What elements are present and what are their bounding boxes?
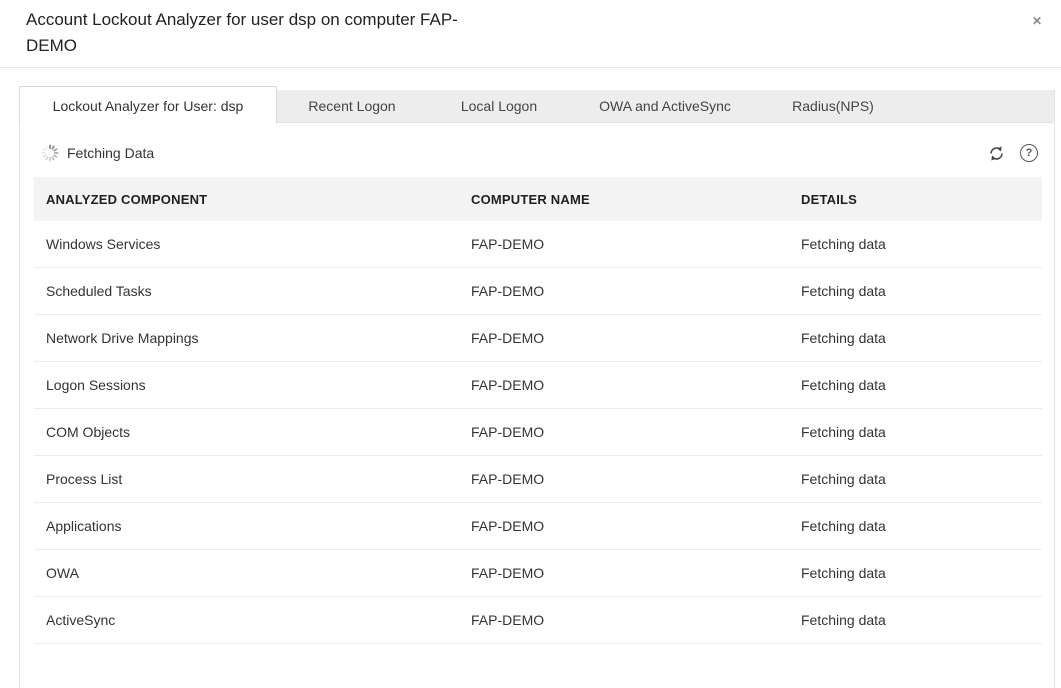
column-header-analyzed-component: ANALYZED COMPONENT (34, 192, 471, 207)
cell-computer: FAP-DEMO (471, 471, 801, 487)
cell-computer: FAP-DEMO (471, 377, 801, 393)
cell-details: Fetching data (801, 424, 1042, 440)
cell-component: Network Drive Mappings (34, 330, 471, 346)
tab-local-logon[interactable]: Local Logon (427, 90, 571, 122)
table-row: Network Drive Mappings FAP-DEMO Fetching… (34, 315, 1042, 362)
table-row: Applications FAP-DEMO Fetching data (34, 503, 1042, 550)
table-row: COM Objects FAP-DEMO Fetching data (34, 409, 1042, 456)
cell-details: Fetching data (801, 283, 1042, 299)
tab-strip: Lockout Analyzer for User: dsp Recent Lo… (20, 90, 1054, 123)
analysis-table: ANALYZED COMPONENT COMPUTER NAME DETAILS… (34, 177, 1042, 644)
table-row: Process List FAP-DEMO Fetching data (34, 456, 1042, 503)
table-row: Windows Services FAP-DEMO Fetching data (34, 221, 1042, 268)
cell-computer: FAP-DEMO (471, 565, 801, 581)
cell-component: Windows Services (34, 236, 471, 252)
tab-label: Radius(NPS) (792, 98, 874, 114)
cell-computer: FAP-DEMO (471, 330, 801, 346)
cell-computer: FAP-DEMO (471, 518, 801, 534)
cell-details: Fetching data (801, 471, 1042, 487)
refresh-icon (988, 145, 1005, 162)
close-button[interactable]: ✕ (1027, 11, 1047, 31)
tab-label: Lockout Analyzer for User: dsp (53, 98, 244, 114)
help-button[interactable]: ? (1020, 144, 1038, 162)
cell-computer: FAP-DEMO (471, 236, 801, 252)
tab-recent-logon[interactable]: Recent Logon (277, 90, 427, 122)
cell-component: Process List (34, 471, 471, 487)
dialog-header: Account Lockout Analyzer for user dsp on… (0, 0, 1061, 68)
toolbar-icons: ? (988, 144, 1038, 162)
table-row: Scheduled Tasks FAP-DEMO Fetching data (34, 268, 1042, 315)
cell-component: ActiveSync (34, 612, 471, 628)
tab-lockout-analyzer[interactable]: Lockout Analyzer for User: dsp (19, 86, 277, 124)
dialog-title: Account Lockout Analyzer for user dsp on… (26, 7, 496, 59)
status-text: Fetching Data (67, 145, 154, 161)
cell-component: Scheduled Tasks (34, 283, 471, 299)
refresh-button[interactable] (988, 145, 1005, 162)
cell-details: Fetching data (801, 612, 1042, 628)
column-header-computer-name: COMPUTER NAME (471, 192, 801, 207)
cell-details: Fetching data (801, 565, 1042, 581)
cell-component: Applications (34, 518, 471, 534)
cell-computer: FAP-DEMO (471, 424, 801, 440)
column-header-details: DETAILS (801, 192, 1042, 207)
cell-details: Fetching data (801, 518, 1042, 534)
tab-label: Recent Logon (308, 98, 395, 114)
tab-owa-activesync[interactable]: OWA and ActiveSync (571, 90, 759, 122)
loading-spinner-icon (41, 144, 59, 162)
tab-radius-nps[interactable]: Radius(NPS) (759, 90, 907, 122)
cell-details: Fetching data (801, 236, 1042, 252)
tab-label: Local Logon (461, 98, 537, 114)
cell-computer: FAP-DEMO (471, 283, 801, 299)
cell-component: OWA (34, 565, 471, 581)
cell-component: COM Objects (34, 424, 471, 440)
cell-component: Logon Sessions (34, 377, 471, 393)
table-header-row: ANALYZED COMPONENT COMPUTER NAME DETAILS (34, 177, 1042, 221)
table-row: Logon Sessions FAP-DEMO Fetching data (34, 362, 1042, 409)
tab-label: OWA and ActiveSync (599, 98, 731, 114)
help-icon: ? (1020, 144, 1038, 162)
cell-details: Fetching data (801, 330, 1042, 346)
tab-panel: Lockout Analyzer for User: dsp Recent Lo… (19, 90, 1055, 688)
cell-details: Fetching data (801, 377, 1042, 393)
table-row: ActiveSync FAP-DEMO Fetching data (34, 597, 1042, 644)
close-icon: ✕ (1032, 14, 1042, 28)
status-row: Fetching Data ? (20, 139, 1054, 167)
cell-computer: FAP-DEMO (471, 612, 801, 628)
table-row: OWA FAP-DEMO Fetching data (34, 550, 1042, 597)
